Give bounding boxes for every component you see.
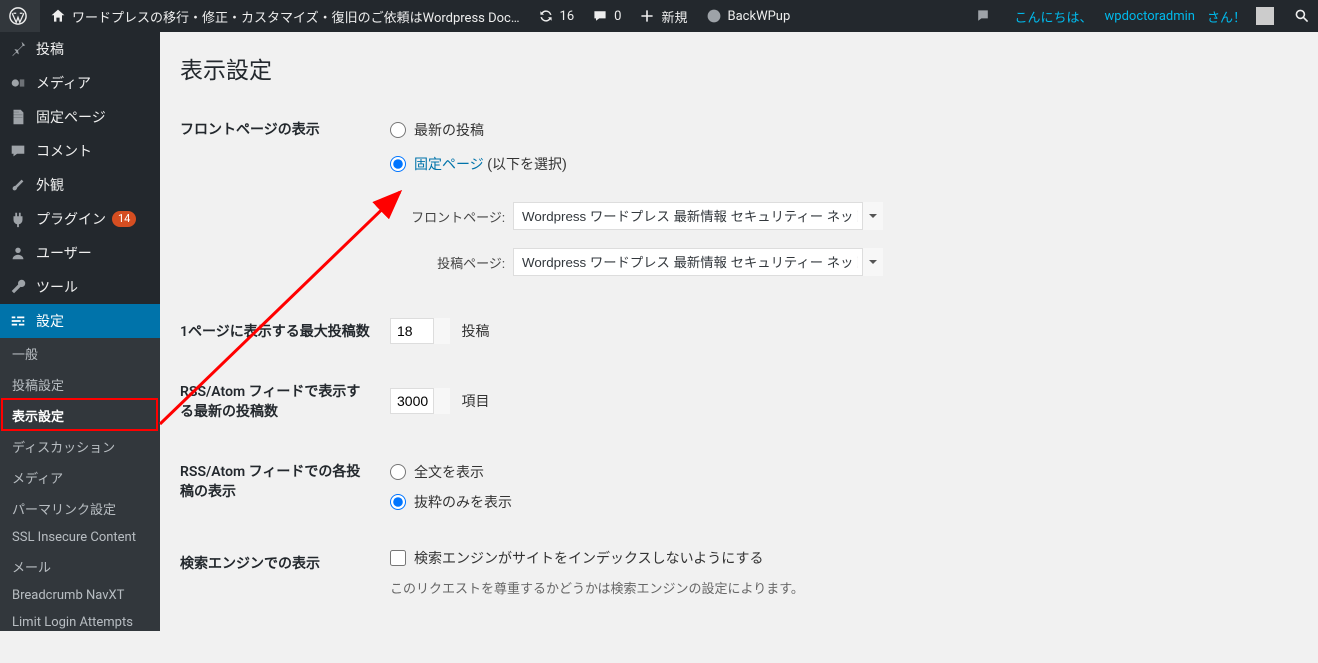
select-front-page[interactable]: Wordpress ワードプレス 最新情報 セキュリティー ネット xyxy=(513,202,883,230)
greeting-prefix: こんにちは、 xyxy=(1009,7,1099,26)
pin-icon xyxy=(8,39,28,59)
radio-rss-excerpt-label: 抜粋のみを表示 xyxy=(414,492,512,512)
page-title: 表示設定 xyxy=(180,42,1298,89)
menu-comments[interactable]: コメント xyxy=(0,134,160,168)
submenu-breadcrumb[interactable]: Breadcrumb NavXT xyxy=(0,582,160,609)
submenu-media[interactable]: メディア xyxy=(0,462,160,493)
adminbar-search[interactable] xyxy=(1286,0,1318,32)
menu-settings[interactable]: 設定 xyxy=(0,304,160,338)
backwpup-link[interactable]: BackWPup xyxy=(696,0,799,32)
submenu-discussion[interactable]: ディスカッション xyxy=(0,431,160,462)
menu-users-label: ユーザー xyxy=(36,243,92,263)
user-name: wpdoctoradmin xyxy=(1099,9,1201,24)
menu-pages-label: 固定ページ xyxy=(36,107,106,127)
wordpress-icon xyxy=(8,6,28,26)
desc-search-engine: このリクエストを尊重するかどうかは検索エンジンの設定によります。 xyxy=(390,578,1288,597)
settings-submenu: 一般 投稿設定 表示設定 ディスカッション メディア パーマリンク設定 SSL … xyxy=(0,338,160,631)
radio-rss-excerpt[interactable] xyxy=(390,494,406,510)
backwpup-icon xyxy=(704,6,724,26)
label-posts-page-select: 投稿ページ: xyxy=(410,253,505,272)
label-rss-items: RSS/Atom フィードで表示する最新の投稿数 xyxy=(180,361,380,441)
label-follow: フォロー設定 xyxy=(180,612,380,631)
wp-logo[interactable] xyxy=(0,0,40,32)
label-rss-display: RSS/Atom フィードでの各投稿の表示 xyxy=(180,441,380,533)
menu-tools[interactable]: ツール xyxy=(0,270,160,304)
menu-posts-label: 投稿 xyxy=(36,39,64,59)
submenu-mail[interactable]: メール xyxy=(0,551,160,582)
my-account[interactable]: こんにちは、wpdoctoradmin さん！ xyxy=(1003,0,1281,32)
menu-plugins[interactable]: プラグイン 14 xyxy=(0,202,160,236)
suffix-posts-per-page: 投稿 xyxy=(461,324,489,340)
label-front-page-select: フロントページ: xyxy=(410,207,505,226)
radio-rss-full-label: 全文を表示 xyxy=(414,462,484,482)
submenu-reading[interactable]: 表示設定 xyxy=(0,400,160,431)
radio-static-page-link[interactable]: 固定ページ xyxy=(414,157,484,173)
radio-static-page-suffix: (以下を選択) xyxy=(484,157,567,173)
site-name[interactable]: ワードプレスの移行・修正・カスタマイズ・復旧のご依頼はWordpress Doc… xyxy=(40,0,528,32)
submenu-writing[interactable]: 投稿設定 xyxy=(0,369,160,400)
sliders-icon xyxy=(8,311,28,331)
backwpup-label: BackWPup xyxy=(728,9,791,24)
greeting-suffix: さん！ xyxy=(1201,7,1252,26)
input-posts-per-page[interactable] xyxy=(390,318,450,344)
notifications[interactable] xyxy=(967,0,1003,32)
radio-static-page[interactable] xyxy=(390,156,406,172)
menu-tools-label: ツール xyxy=(36,277,78,297)
new-label: 新規 xyxy=(661,7,687,26)
select-posts-page[interactable]: Wordpress ワードプレス 最新情報 セキュリティー ネット xyxy=(513,248,883,276)
label-front-page: フロントページの表示 xyxy=(180,99,380,301)
menu-media-label: メディア xyxy=(36,73,91,93)
menu-pages[interactable]: 固定ページ xyxy=(0,100,160,134)
label-posts-per-page: 1ページに表示する最大投稿数 xyxy=(180,301,380,361)
plugins-badge: 14 xyxy=(112,211,136,227)
comments-count: 0 xyxy=(614,9,621,24)
updates-count: 16 xyxy=(560,9,575,24)
menu-posts[interactable]: 投稿 xyxy=(0,32,160,66)
site-title: ワードプレスの移行・修正・カスタマイズ・復旧のご依頼はWordpress Doc… xyxy=(72,7,520,26)
updates[interactable]: 16 xyxy=(528,0,583,32)
menu-appearance[interactable]: 外観 xyxy=(0,168,160,202)
menu-appearance-label: 外観 xyxy=(36,175,64,195)
suffix-rss-items: 項目 xyxy=(461,394,489,410)
home-icon xyxy=(48,6,68,26)
submenu-general[interactable]: 一般 xyxy=(0,338,160,369)
new-content[interactable]: 新規 xyxy=(629,0,695,32)
radio-latest-posts[interactable] xyxy=(390,122,406,138)
radio-rss-full[interactable] xyxy=(390,464,406,480)
page-icon xyxy=(8,107,28,127)
input-rss-items[interactable] xyxy=(390,388,450,414)
wrench-icon xyxy=(8,277,28,297)
label-search-engine: 検索エンジンでの表示 xyxy=(180,533,380,612)
checkbox-search-engine[interactable] xyxy=(390,550,406,566)
checkbox-search-engine-label: 検索エンジンがサイトをインデックスしないようにする xyxy=(414,548,763,568)
menu-settings-label: 設定 xyxy=(36,311,64,331)
comments[interactable]: 0 xyxy=(582,0,629,32)
media-icon xyxy=(8,73,28,93)
comment-icon xyxy=(590,6,610,26)
menu-users[interactable]: ユーザー xyxy=(0,236,160,270)
note-icon xyxy=(973,6,993,26)
comment-icon-menu xyxy=(8,141,28,161)
menu-media[interactable]: メディア xyxy=(0,66,160,100)
brush-icon xyxy=(8,175,28,195)
update-icon xyxy=(536,6,556,26)
plus-icon xyxy=(637,6,657,26)
submenu-ssl[interactable]: SSL Insecure Content xyxy=(0,524,160,551)
avatar xyxy=(1256,7,1274,25)
submenu-limit-login[interactable]: Limit Login Attempts xyxy=(0,609,160,631)
plugin-icon xyxy=(8,209,28,229)
submenu-permalink[interactable]: パーマリンク設定 xyxy=(0,493,160,524)
radio-latest-posts-label: 最新の投稿 xyxy=(414,120,484,140)
menu-plugins-label: プラグイン xyxy=(36,209,106,229)
user-icon xyxy=(8,243,28,263)
menu-comments-label: コメント xyxy=(36,141,92,161)
